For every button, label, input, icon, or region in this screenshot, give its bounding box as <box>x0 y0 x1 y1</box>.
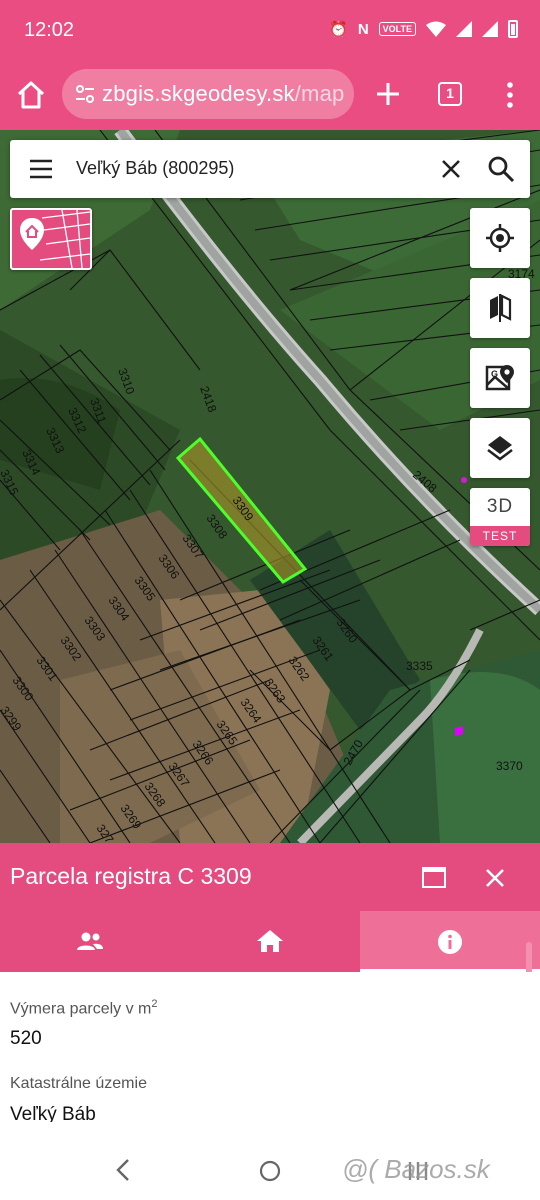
sheet-title: Parcela registra C 3309 <box>10 863 252 889</box>
layers-icon <box>487 436 513 461</box>
parcel-label: 3370 <box>496 759 523 773</box>
test-badge: TEST <box>470 526 530 546</box>
signal-icon <box>482 21 498 37</box>
google-maps-button[interactable]: G <box>470 348 530 408</box>
wifi-icon <box>426 21 446 37</box>
tab-info[interactable] <box>360 911 540 972</box>
url-path: /map <box>294 81 345 106</box>
tab-building[interactable] <box>180 911 360 972</box>
hamburger-menu-icon[interactable] <box>28 158 54 180</box>
alarm-icon: ⏰ <box>329 21 348 38</box>
area-label: Výmera parcely v m2 <box>10 998 158 1018</box>
more-menu-icon[interactable] <box>500 80 520 110</box>
volte-icon: VOLTE <box>378 22 416 36</box>
sheet-header: Parcela registra C 3309 <box>0 843 540 911</box>
search-input[interactable]: Veľký Báb (800295) <box>76 158 234 179</box>
signal-icon <box>456 21 472 37</box>
address-bar[interactable]: zbgis.skgeodesy.sk/map <box>62 69 354 119</box>
tab-switcher-button[interactable]: 1 <box>438 82 462 106</box>
url-host: zbgis.skgeodesy.sk <box>102 81 295 106</box>
3d-view-button[interactable]: 3D TEST <box>470 488 530 546</box>
home-icon[interactable] <box>14 78 48 112</box>
maximize-icon[interactable] <box>422 867 446 888</box>
new-tab-icon[interactable] <box>372 78 404 110</box>
sheet-tabs <box>0 911 540 972</box>
map-view[interactable]: 3311 3310 2418 3312 3313 3314 3315 3309 … <box>0 130 540 843</box>
layers-button[interactable] <box>470 418 530 478</box>
parcel-label: 3335 <box>406 659 433 673</box>
cadastral-area-label: Katastrálne územie <box>10 1075 147 1092</box>
battery-icon <box>508 20 518 38</box>
map-pin-icon: G <box>485 365 514 391</box>
compare-icon <box>490 294 512 322</box>
close-icon[interactable] <box>484 867 506 889</box>
status-time: 12:02 <box>24 19 75 41</box>
clear-search-icon[interactable] <box>438 156 464 182</box>
my-location-button[interactable] <box>470 208 530 268</box>
info-icon <box>438 930 462 954</box>
back-icon[interactable] <box>114 1158 132 1182</box>
search-icon[interactable] <box>486 154 516 184</box>
nfc-icon: N <box>357 20 369 38</box>
site-settings-icon[interactable] <box>74 83 96 105</box>
area-label-text: Výmera parcely v m <box>10 1000 152 1018</box>
3d-label: 3D <box>486 496 514 517</box>
browser-toolbar: zbgis.skgeodesy.sk/map 1 <box>0 62 540 130</box>
area-label-sup: 2 <box>151 998 158 1010</box>
url-text: zbgis.skgeodesy.sk/map <box>102 81 348 107</box>
watermark: @( Bazos.sk <box>342 1154 490 1184</box>
home-icon <box>257 930 283 952</box>
basemap-switcher[interactable] <box>10 208 92 270</box>
status-icons: ⏰ N VOLTE <box>329 20 518 38</box>
tab-owners[interactable] <box>0 911 180 972</box>
crosshair-icon <box>486 224 514 252</box>
navigation-bar: @( Bazos.sk <box>0 1122 540 1200</box>
home-nav-icon[interactable] <box>258 1159 282 1183</box>
search-bar[interactable]: Veľký Báb (800295) <box>10 140 530 198</box>
parcel-details: Výmera parcely v m2 520 Katastrálne územ… <box>0 972 540 1125</box>
people-icon <box>77 932 103 950</box>
compare-button[interactable] <box>470 278 530 338</box>
status-bar: 12:02 ⏰ N VOLTE <box>0 0 540 62</box>
cadastre-map-icon <box>20 210 90 268</box>
area-value: 520 <box>10 1028 42 1049</box>
g-letter: G <box>491 369 498 379</box>
